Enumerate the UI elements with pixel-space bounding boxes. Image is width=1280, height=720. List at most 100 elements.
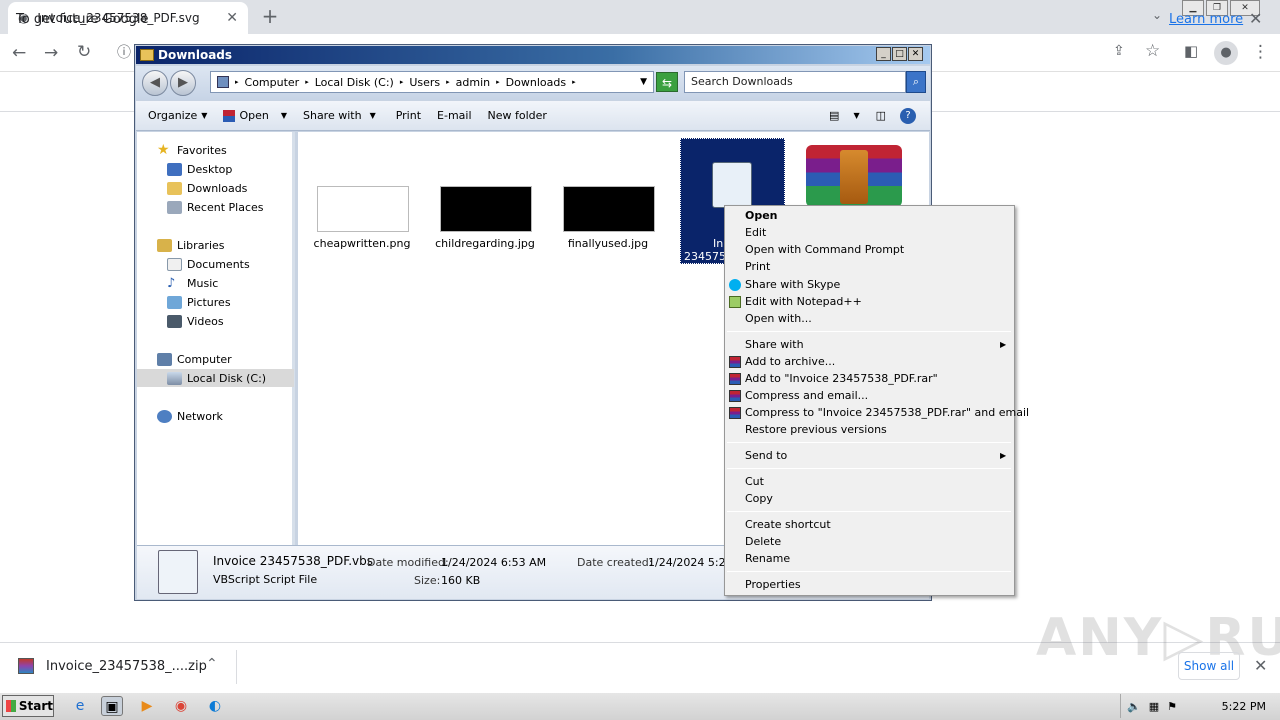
file-thumbnail-childregarding[interactable] [440, 186, 532, 232]
site-info-icon[interactable]: ⓘ [117, 42, 131, 62]
forward-arrow-icon[interactable]: → [44, 43, 58, 63]
nav-label: Desktop [187, 162, 233, 176]
close-tab-icon[interactable]: ✕ [226, 10, 238, 26]
print-button[interactable]: Print [396, 109, 421, 122]
menu-item-add-rar[interactable]: Add to "Invoice 23457538_PDF.rar" [745, 372, 938, 385]
menu-kebab-icon[interactable]: ⋮ [1252, 42, 1269, 62]
close-download-shelf-icon[interactable]: ✕ [1254, 656, 1267, 675]
menu-item-cut[interactable]: Cut [745, 475, 764, 488]
explorer-title-bar[interactable]: Downloads [136, 46, 930, 64]
flag-icon[interactable]: ⚑ [1167, 700, 1177, 713]
back-button[interactable]: ◀ [142, 70, 168, 96]
back-arrow-icon[interactable]: ← [12, 43, 26, 63]
help-icon[interactable]: ? [900, 107, 916, 124]
menu-item-compress-email[interactable]: Compress and email... [745, 389, 868, 402]
menu-item-open[interactable]: Open [745, 209, 778, 222]
learn-more-link[interactable]: Learn more [1169, 12, 1243, 27]
menu-item-edit[interactable]: Edit [745, 226, 766, 239]
menu-item-share-with[interactable]: Share with [745, 338, 804, 351]
refresh-icon[interactable]: ⇆ [656, 72, 678, 92]
share-icon[interactable]: ⇪ [1113, 43, 1125, 59]
tab-search-chevron-icon[interactable]: ⌄ [1152, 8, 1162, 22]
file-thumbnail-finallyused[interactable] [563, 186, 655, 232]
download-divider [236, 650, 237, 684]
nav-label: Downloads [187, 181, 248, 195]
menu-item-restore-versions[interactable]: Restore previous versions [745, 423, 887, 436]
minimize-icon[interactable]: _ [876, 47, 891, 61]
new-tab-button[interactable]: + [258, 5, 282, 29]
clock[interactable]: 5:22 PM [1222, 700, 1266, 713]
nav-libraries[interactable]: Libraries [137, 236, 294, 254]
bookmark-star-icon[interactable]: ☆ [1145, 41, 1160, 61]
file-name-cheapwritten[interactable]: cheapwritten.png [302, 237, 422, 250]
breadcrumb-users[interactable]: Users [409, 76, 440, 89]
edge-icon[interactable]: ◐ [204, 696, 226, 716]
menu-item-edit-notepad[interactable]: Edit with Notepad++ [745, 295, 862, 308]
side-panel-icon[interactable]: ◧ [1184, 42, 1198, 60]
nav-documents[interactable]: Documents [137, 255, 294, 273]
share-with-button[interactable]: Share with ▼ [303, 109, 376, 122]
menu-item-open-with[interactable]: Open with... [745, 312, 812, 325]
chevron-up-icon[interactable]: ⌃ [206, 656, 218, 672]
submenu-arrow-icon: ▶ [1000, 340, 1007, 349]
nav-music[interactable]: ♪ Music [137, 274, 294, 292]
breadcrumb-admin[interactable]: admin [456, 76, 490, 89]
reload-icon[interactable]: ↻ [77, 42, 91, 62]
email-button[interactable]: E-mail [437, 109, 472, 122]
nav-pictures[interactable]: Pictures [137, 293, 294, 311]
menu-item-add-archive[interactable]: Add to archive... [745, 355, 835, 368]
nav-network[interactable]: Network [137, 407, 294, 425]
nav-desktop[interactable]: Desktop [137, 160, 294, 178]
menu-item-delete[interactable]: Delete [745, 535, 781, 548]
show-all-button[interactable]: Show all [1178, 652, 1240, 680]
organize-button[interactable]: Organize ▼ [148, 109, 207, 122]
close-icon[interactable]: ✕ [908, 47, 923, 61]
winrar-icon [729, 390, 741, 402]
address-dropdown-icon[interactable]: ▼ [640, 77, 647, 87]
nav-local-disk[interactable]: Local Disk (C:) [137, 369, 294, 387]
view-options-icon[interactable]: ▤ ▼ [829, 109, 860, 122]
menu-item-send-to[interactable]: Send to [745, 449, 787, 462]
details-date-modified: 1/24/2024 6:53 AM [441, 556, 547, 569]
speaker-icon[interactable]: 🔈 [1127, 700, 1141, 713]
menu-item-properties[interactable]: Properties [745, 578, 801, 591]
search-icon[interactable]: ⌕ [906, 71, 926, 93]
downloads-folder-icon [167, 181, 182, 195]
nav-computer[interactable]: Computer [137, 350, 294, 368]
file-name-finallyused[interactable]: finallyused.jpg [548, 237, 668, 250]
menu-item-rename[interactable]: Rename [745, 552, 790, 565]
menu-item-share-skype[interactable]: Share with Skype [745, 278, 840, 291]
start-button[interactable]: Start [2, 695, 54, 717]
open-button[interactable]: Open ▼ [223, 109, 287, 122]
breadcrumb-downloads[interactable]: Downloads [506, 76, 566, 89]
forward-button[interactable]: ▶ [170, 70, 196, 96]
menu-item-print[interactable]: Print [745, 260, 770, 273]
breadcrumb-local-disk[interactable]: Local Disk (C:) [315, 76, 394, 89]
details-size: 160 KB [441, 574, 481, 587]
address-bar[interactable]: ▸ Computer ▸ Local Disk (C:) ▸ Users ▸ admi… [210, 71, 654, 93]
nav-downloads[interactable]: Downloads [137, 179, 294, 197]
profile-avatar-icon[interactable]: ● [1214, 41, 1238, 65]
media-player-icon[interactable]: ▶ [136, 696, 158, 716]
search-input[interactable]: Search Downloads [684, 71, 906, 93]
menu-item-open-command-prompt[interactable]: Open with Command Prompt [745, 243, 904, 256]
info-bar-close-icon[interactable]: ✕ [1249, 9, 1262, 28]
menu-item-copy[interactable]: Copy [745, 492, 773, 505]
chrome-icon[interactable]: ◉ [170, 696, 192, 716]
explorer-taskbar-icon[interactable]: ▣ [101, 696, 123, 716]
file-name-childregarding[interactable]: childregarding.jpg [425, 237, 545, 250]
nav-favorites[interactable]: ★ Favorites [137, 141, 294, 159]
menu-item-create-shortcut[interactable]: Create shortcut [745, 518, 831, 531]
nav-recent-places[interactable]: Recent Places [137, 198, 294, 216]
network-icon [157, 409, 172, 423]
file-thumbnail-cheapwritten[interactable] [317, 186, 409, 232]
internet-explorer-icon[interactable]: e [69, 696, 91, 716]
maximize-icon[interactable]: □ [892, 47, 907, 61]
menu-item-compress-rar-email[interactable]: Compress to "Invoice 23457538_PDF.rar" a… [745, 406, 1029, 419]
nav-videos[interactable]: Videos [137, 312, 294, 330]
download-item[interactable]: Invoice_23457538_....zip [18, 658, 207, 674]
preview-pane-icon[interactable]: ◫ [876, 109, 886, 122]
new-folder-button[interactable]: New folder [488, 109, 547, 122]
network-tray-icon[interactable]: ▦ [1149, 700, 1159, 713]
breadcrumb-computer[interactable]: Computer [245, 76, 300, 89]
